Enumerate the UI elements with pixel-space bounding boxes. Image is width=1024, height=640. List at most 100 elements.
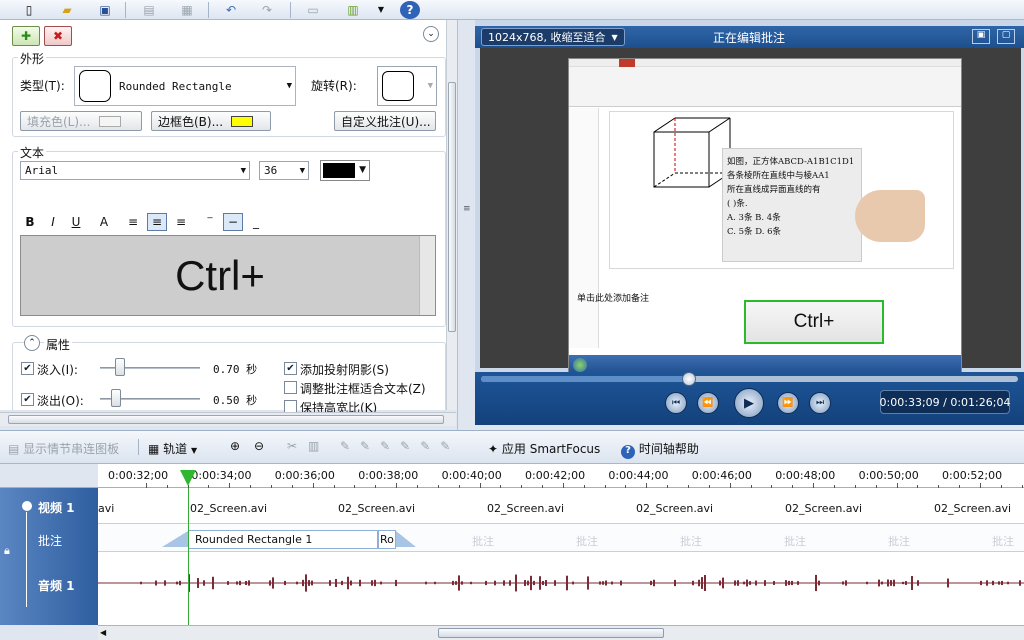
- type-select[interactable]: Rounded Rectangle ▼: [74, 66, 296, 106]
- text-effect-icon[interactable]: A: [94, 213, 114, 231]
- resolution-dropdown[interactable]: 1024x768, 收缩至适合 ▼: [481, 28, 625, 46]
- bold-icon[interactable]: B: [20, 213, 40, 231]
- fade-in-thumb[interactable]: [115, 358, 126, 376]
- slide-note: 单击此处添加备注: [577, 294, 650, 304]
- callout-clip-2[interactable]: Ro: [378, 530, 396, 549]
- question-card: 如图，正方体ABCD-A1B1C1D1 各条棱所在直线中与棱AA1 所在直线成异…: [722, 148, 862, 262]
- clipboard-icon[interactable]: ▭: [302, 1, 324, 18]
- playhead-marker[interactable]: [180, 470, 196, 486]
- scroll-thumb[interactable]: [448, 82, 456, 332]
- border-color-button[interactable]: 边框色(B)...: [151, 111, 271, 131]
- scroll-thumb[interactable]: [438, 628, 664, 638]
- timeline-tracks[interactable]: avi 02_Screen.avi 02_Screen.avi 02_Scree…: [98, 488, 1024, 625]
- ruler-tick-label: 0:00:48;00: [775, 469, 836, 482]
- storyboard-button[interactable]: ▤ 显示情节串连图板: [8, 440, 119, 457]
- zoom-in-icon[interactable]: ⊕: [230, 439, 240, 453]
- library-dropdown-icon[interactable]: ▼: [370, 1, 392, 18]
- play-icon[interactable]: ▶: [734, 388, 764, 418]
- align-center-icon[interactable]: ≡: [147, 213, 167, 231]
- fade-out-checkbox[interactable]: ✔: [21, 393, 34, 406]
- callout-clip[interactable]: Rounded Rectangle 1: [188, 530, 378, 549]
- produce-icon[interactable]: ▦: [176, 1, 198, 18]
- library-icon[interactable]: ▥: [342, 1, 364, 18]
- font-size-select[interactable]: 36 ▼: [259, 161, 309, 180]
- video-clip[interactable]: 02_Screen.avi: [190, 502, 267, 515]
- font-color-picker[interactable]: ▼: [320, 160, 370, 181]
- rotate-select[interactable]: ▼: [377, 66, 437, 106]
- add-callout-icon[interactable]: ✚: [12, 26, 40, 46]
- new-project-icon[interactable]: ▯: [18, 1, 40, 18]
- open-folder-icon[interactable]: ▰: [56, 1, 78, 18]
- italic-icon[interactable]: I: [43, 213, 63, 231]
- jump-start-icon[interactable]: ⏮: [665, 392, 687, 414]
- edit-tools-icon[interactable]: ✎✎✎✎✎✎: [340, 439, 460, 453]
- valign-middle-icon[interactable]: −: [223, 213, 243, 231]
- cut-icon[interactable]: ✂: [287, 439, 297, 453]
- video-clip[interactable]: 02_Screen.avi: [636, 502, 713, 515]
- fade-in-checkbox[interactable]: ✔: [21, 362, 34, 375]
- help-icon[interactable]: ?: [400, 1, 420, 19]
- custom-callout-button[interactable]: 自定义批注(U)...: [334, 111, 436, 131]
- left-hscrollbar[interactable]: [0, 412, 456, 426]
- video-clip[interactable]: avi: [98, 502, 114, 515]
- video-track-label: 视频 1: [38, 501, 75, 515]
- audio-waveform: [98, 574, 1024, 592]
- ruler-tick-label: 0:00:44;00: [608, 469, 669, 482]
- lock-icon[interactable]: 🔒︎: [4, 544, 10, 558]
- record-screen-icon[interactable]: ▤: [138, 1, 160, 18]
- ruler-tick-label: 0:00:46;00: [691, 469, 752, 482]
- ruler-tick-label: 0:00:42;00: [525, 469, 586, 482]
- font-select[interactable]: Arial ▼: [20, 161, 250, 180]
- timeline-help-button[interactable]: ? 时间轴帮助: [621, 440, 699, 459]
- scroll-left-icon[interactable]: ◀: [100, 628, 106, 637]
- callout-text-editor[interactable]: Ctrl+: [20, 235, 436, 316]
- callout-fade-in: [162, 531, 188, 547]
- video-clip[interactable]: 02_Screen.avi: [487, 502, 564, 515]
- delete-callout-icon[interactable]: ✖: [44, 26, 72, 46]
- panel-splitter[interactable]: ≡: [457, 20, 475, 430]
- split-icon[interactable]: ▥: [308, 439, 319, 453]
- editor-scrollbar[interactable]: [419, 236, 435, 315]
- timeline-hscrollbar[interactable]: ◀: [98, 625, 1024, 640]
- undo-icon[interactable]: ↶: [220, 1, 242, 18]
- tracks-button[interactable]: ▦ 轨道 ▼: [148, 440, 197, 457]
- smartfocus-label: 应用 SmartFocus: [501, 442, 601, 456]
- shadow-checkbox[interactable]: ✔: [284, 362, 297, 375]
- zoom-out-icon[interactable]: ⊖: [254, 439, 264, 453]
- chevron-up-icon[interactable]: ⌃: [24, 335, 40, 351]
- scroll-thumb[interactable]: [8, 415, 444, 424]
- align-right-icon[interactable]: ≡: [171, 213, 191, 231]
- fast-forward-icon[interactable]: ⏩: [777, 392, 799, 414]
- redo-icon[interactable]: ↷: [256, 1, 278, 18]
- seek-bar[interactable]: [481, 376, 1018, 382]
- smartfocus-button[interactable]: ✦ 应用 SmartFocus: [488, 440, 600, 457]
- time-ruler[interactable]: 0:00:32;00 0:00:34;00 0:00:36;00 0:00:38;00…: [98, 464, 1024, 488]
- video-clip[interactable]: 02_Screen.avi: [338, 502, 415, 515]
- fullscreen-icon[interactable]: ▢: [997, 29, 1015, 44]
- callout-placeholder: 批注: [576, 535, 598, 548]
- video-clip[interactable]: 02_Screen.avi: [785, 502, 862, 515]
- chevron-down-icon: ▼: [359, 165, 366, 175]
- rewind-icon[interactable]: ⏪: [697, 392, 719, 414]
- fit-view-icon[interactable]: ▣: [972, 29, 990, 44]
- callout-overlay[interactable]: Ctrl+: [744, 300, 884, 344]
- jump-end-icon[interactable]: ⏭: [809, 392, 831, 414]
- valign-bottom-icon[interactable]: _: [246, 213, 266, 231]
- rounded-rect-preview-icon: [79, 70, 111, 102]
- valign-top-icon[interactable]: ‾: [200, 213, 220, 231]
- video-clip[interactable]: 02_Screen.avi: [934, 502, 1011, 515]
- left-vscrollbar[interactable]: [446, 20, 457, 410]
- fade-out-thumb[interactable]: [111, 389, 121, 407]
- fill-color-label: 填充色(L)...: [27, 114, 91, 129]
- ppt-ribbon: [569, 59, 961, 107]
- chevron-down-icon: ▼: [611, 32, 618, 42]
- fit-text-checkbox[interactable]: [284, 381, 297, 394]
- seek-thumb[interactable]: [682, 372, 696, 386]
- underline-icon[interactable]: U: [66, 213, 86, 231]
- preview-canvas[interactable]: 如图，正方体ABCD-A1B1C1D1 各条棱所在直线中与棱AA1 所在直线成异…: [480, 48, 1021, 374]
- collapse-icon[interactable]: ⌄: [423, 26, 439, 42]
- align-left-icon[interactable]: ≡: [123, 213, 143, 231]
- audio-track[interactable]: [98, 552, 1024, 625]
- save-icon[interactable]: ▣: [94, 1, 116, 18]
- fill-color-button[interactable]: 填充色(L)...: [20, 111, 142, 131]
